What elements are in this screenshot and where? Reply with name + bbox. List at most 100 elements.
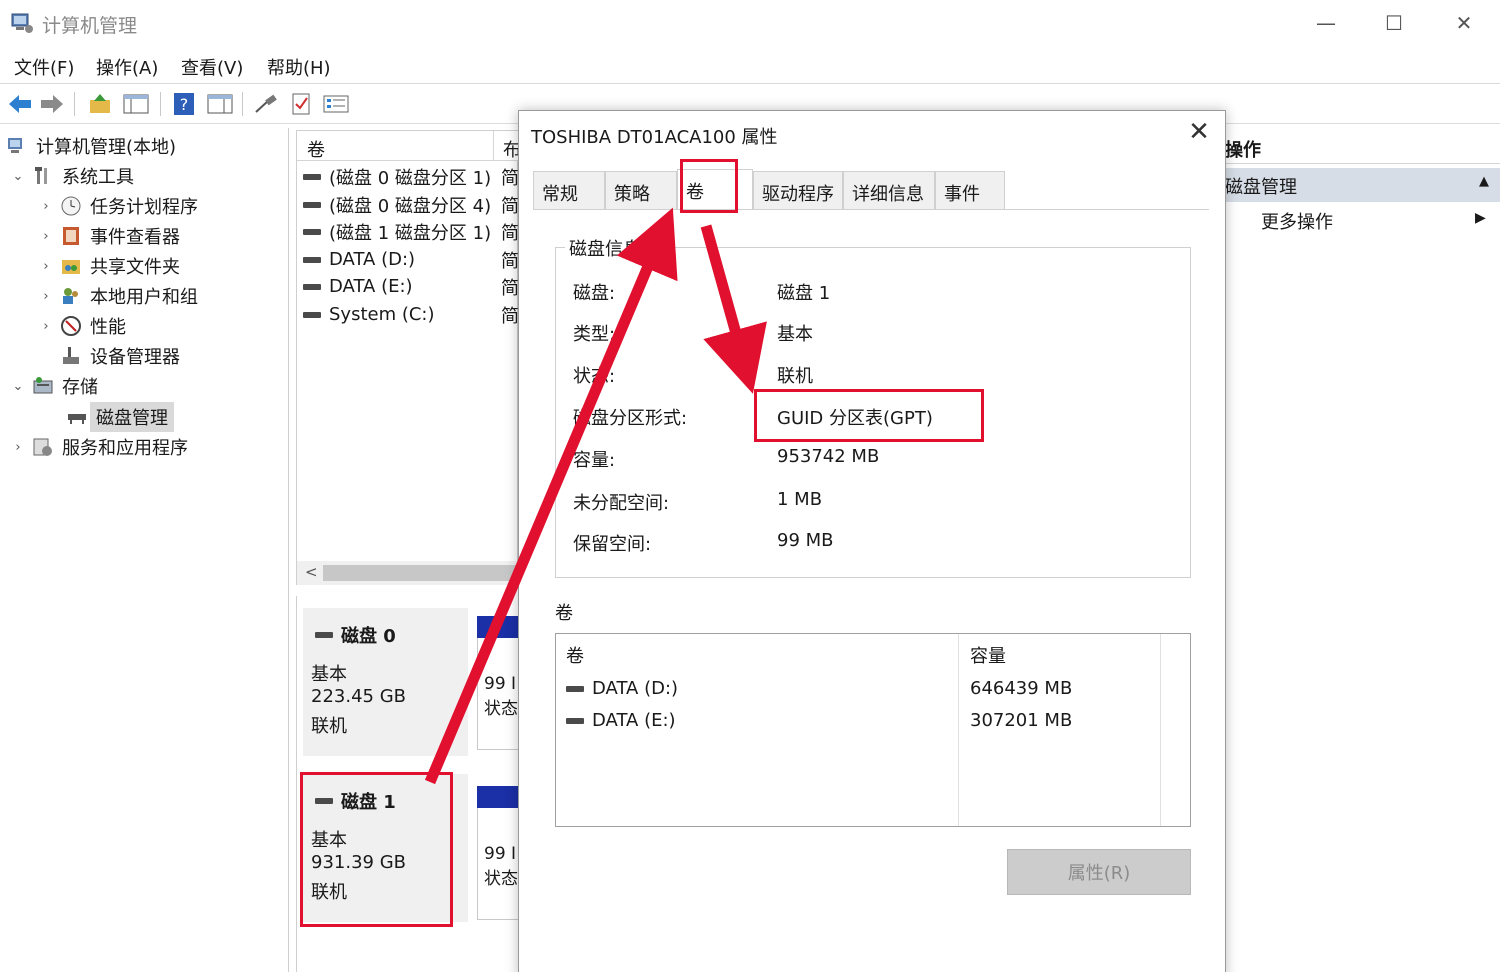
volume-row[interactable]: (磁盘 0 磁盘分区 1) 简 [303,163,519,190]
volume-row[interactable]: (磁盘 1 磁盘分区 1) 简 [303,218,519,245]
volume-list: 卷 布 (磁盘 0 磁盘分区 1) 简 (磁盘 0 磁盘分区 4) 简 (磁盘 1 … [296,130,521,585]
services-icon [33,438,52,456]
tree-item-disk-management[interactable]: 磁盘管理 [66,402,174,432]
performance-icon [61,316,81,336]
title-bar: 计算机管理 — ☐ ✕ [0,0,1500,46]
tree-item-task-scheduler[interactable]: › 任务计划程序 [38,192,198,220]
storage-icon [33,377,53,394]
disk-icon [315,632,333,638]
disk-icon [303,283,321,290]
connect-icon[interactable] [252,90,280,118]
tab-general[interactable]: 常规 [533,171,605,209]
action-pane-icon[interactable] [206,90,234,118]
tree-item-system-tools[interactable]: ⌄ 系统工具 [10,162,134,190]
partition-block[interactable]: 99 I 状态 [477,786,519,920]
table-row[interactable]: DATA (D:) 646439 MB [566,678,1186,699]
partition-bar [477,616,519,638]
volume-row[interactable]: DATA (D:) 简 [303,246,519,273]
volume-row[interactable]: DATA (E:) 简 [303,273,519,300]
more-actions-item[interactable]: 更多操作 [1261,208,1333,234]
collapsed-chevron-icon[interactable]: › [38,319,54,334]
disk-properties-dialog: TOSHIBA DT01ACA100 属性 ✕ 常规 策略 卷 驱动程序 详细信… [518,110,1226,972]
window-title: 计算机管理 [42,15,138,37]
computer-management-icon [11,13,33,33]
clock-icon [61,196,81,216]
expanded-chevron-icon[interactable]: ⌄ [10,169,26,184]
volumes-table: 卷 容量 DATA (D:) 646439 MB DATA (E:) 307201 … [555,633,1191,827]
disk-icon [303,311,321,318]
partition-bar [477,786,519,808]
shared-folder-icon [62,260,80,274]
close-window-button[interactable]: ✕ [1442,6,1486,40]
highlight-partition-style [754,389,984,442]
dialog-title: TOSHIBA DT01ACA100 属性 [531,127,778,148]
column-header-volume[interactable]: 卷 [566,642,584,668]
disk-icon [303,228,321,235]
console-tree-icon[interactable] [122,90,150,118]
back-icon[interactable] [6,90,34,118]
volume-row[interactable]: (磁盘 0 磁盘分区 4) 简 [303,191,519,218]
actions-header: 操作 [1225,130,1500,164]
column-header-capacity[interactable]: 容量 [970,642,1006,668]
tree-item-shared-folders[interactable]: › 共享文件夹 [38,252,180,280]
actions-pane: 操作 磁盘管理 ▲ 更多操作 ▶ [1224,130,1500,972]
tab-driver[interactable]: 驱动程序 [753,171,843,209]
tools-icon [35,167,47,184]
console-tree: 计算机管理(本地) ⌄ 系统工具 › 任务计划程序 › 事件查看器 › 共享文件… [0,128,289,972]
users-icon [63,288,78,304]
collapse-icon[interactable]: ▲ [1479,174,1489,189]
disk-status: 联机 [311,716,347,737]
disk-icon [303,173,321,180]
up-folder-icon[interactable] [86,90,114,118]
disk-size: 223.45 GB [311,686,407,707]
collapsed-chevron-icon[interactable]: › [38,229,54,244]
collapsed-chevron-icon[interactable]: › [38,289,54,304]
disk-management-icon [68,414,86,424]
disk-0-card[interactable]: 磁盘 0 基本 223.45 GB 联机 [303,608,468,756]
collapsed-chevron-icon[interactable]: › [38,259,54,274]
maximize-button[interactable]: ☐ [1372,6,1416,40]
tab-events[interactable]: 事件 [935,171,1005,209]
computer-management-icon [8,138,22,153]
highlight-volumes-tab [680,159,738,213]
tree-item-computer-management[interactable]: 计算机管理(本地) [6,132,176,160]
properties-list-icon[interactable] [322,90,350,118]
tab-details[interactable]: 详细信息 [843,171,935,209]
dialog-close-button[interactable]: ✕ [1185,117,1213,149]
horizontal-scrollbar[interactable]: < [297,561,519,585]
column-header-volume[interactable]: 卷 [307,136,325,162]
forward-icon[interactable] [38,90,66,118]
disk-type: 基本 [311,664,347,685]
collapsed-chevron-icon[interactable]: › [38,199,54,214]
expanded-chevron-icon[interactable]: ⌄ [10,379,26,394]
highlight-disk-1 [300,772,453,927]
disk-info-title: 磁盘信息 [565,235,645,261]
svg-text:?: ? [180,95,189,114]
event-viewer-icon [63,227,79,245]
tree-item-device-manager[interactable]: 设备管理器 [60,342,180,370]
tree-item-performance[interactable]: › 性能 [38,312,126,340]
menu-action[interactable]: 操作(A) [96,54,158,80]
tree-item-storage[interactable]: ⌄ 存储 [10,372,98,400]
checklist-icon[interactable] [288,90,316,118]
collapsed-chevron-icon[interactable]: › [10,440,26,455]
menu-view[interactable]: 查看(V) [181,54,243,80]
action-group-disk-management[interactable]: 磁盘管理 ▲ [1225,168,1500,202]
scroll-left-icon[interactable]: < [305,563,318,581]
partition-block[interactable]: 99 I 状态 [477,616,519,750]
tree-item-event-viewer[interactable]: › 事件查看器 [38,222,180,250]
table-row[interactable]: DATA (E:) 307201 MB [566,710,1186,731]
tab-policies[interactable]: 策略 [605,171,677,209]
menu-bar: 文件(F) 操作(A) 查看(V) 帮助(H) [0,46,1500,84]
menu-file[interactable]: 文件(F) [14,54,74,80]
help-icon[interactable]: ? [170,90,198,118]
tree-item-services-apps[interactable]: › 服务和应用程序 [10,433,188,461]
disk-name: 磁盘 0 [315,622,396,648]
submenu-arrow-icon: ▶ [1475,210,1486,226]
device-manager-icon [63,347,79,364]
minimize-button[interactable]: — [1304,6,1348,40]
tree-item-local-users[interactable]: › 本地用户和组 [38,282,198,310]
volume-row[interactable]: System (C:) 简 [303,301,519,328]
menu-help[interactable]: 帮助(H) [267,54,331,80]
scroll-thumb[interactable] [323,565,519,581]
